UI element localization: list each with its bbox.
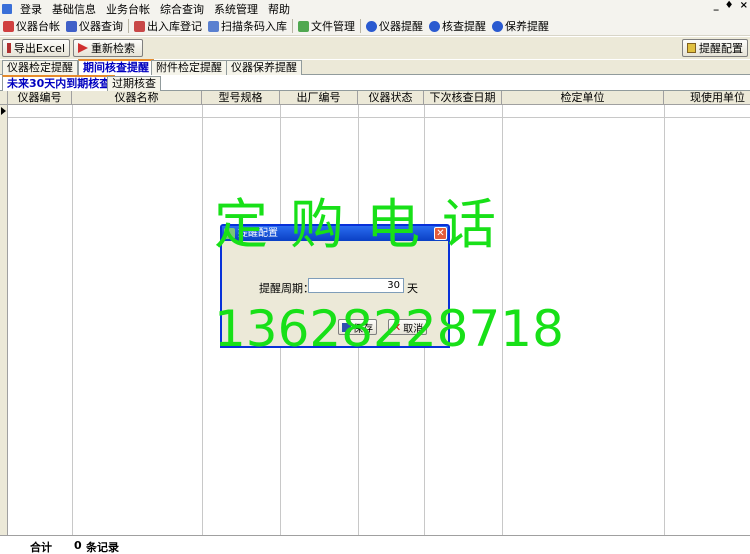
menu-business-ledger[interactable]: 业务台帐	[101, 1, 155, 17]
watermark-order-phone-label: 定购电话	[214, 193, 518, 256]
grid-footer: 合计 0 条记录	[0, 535, 750, 554]
toolbar-separator	[360, 19, 361, 33]
toolbar-inout-register[interactable]: 出入库登记	[131, 18, 205, 34]
refresh-icon	[78, 43, 88, 53]
menu-help[interactable]: 帮助	[263, 1, 295, 17]
grid-col-line	[72, 105, 73, 535]
toolbar-instrument-ledger[interactable]: 仪器台帐	[0, 18, 63, 34]
grid-col-line	[664, 105, 665, 535]
toolbar-scan-barcode[interactable]: 扫描条码入库	[205, 18, 290, 34]
reminder-config-button[interactable]: 提醒配置	[682, 39, 748, 57]
tab-accessory-calibration[interactable]: 附件检定提醒	[151, 60, 227, 75]
toolbar-instrument-reminder[interactable]: 仪器提醒	[363, 18, 426, 34]
tab-due-30-days[interactable]: 未来30天内到期核查	[2, 75, 116, 91]
col-instrument-status[interactable]: 仪器状态	[358, 91, 424, 105]
export-excel-button[interactable]: 导出Excel	[2, 39, 70, 57]
toolbar-label: 仪器提醒	[379, 20, 423, 33]
col-calibration-unit[interactable]: 检定单位	[502, 91, 664, 105]
research-button[interactable]: 重新检索	[73, 39, 143, 57]
records-label: 条记录	[86, 541, 119, 554]
grid-header: 仪器编号 仪器名称 型号规格 出厂编号 仪器状态 下次核查日期 检定单位 现使用…	[0, 91, 750, 105]
toolbar-label: 出入库登记	[147, 20, 202, 33]
toolbar-label: 文件管理	[311, 20, 355, 33]
sub-tabs: 未来30天内到期核查 过期核查	[0, 75, 750, 91]
toolbar: 仪器台帐 仪器查询 出入库登记 扫描条码入库 文件管理 仪器提醒 核查提醒 保养…	[0, 17, 750, 36]
period-unit: 天	[407, 282, 418, 295]
row-header-corner	[0, 91, 8, 105]
menu-basic-info[interactable]: 基础信息	[47, 1, 101, 17]
row-indicator	[0, 105, 8, 535]
col-instrument-no[interactable]: 仪器编号	[8, 91, 72, 105]
toolbar-label: 仪器台帐	[16, 20, 60, 33]
export-excel-label: 导出Excel	[13, 42, 65, 55]
minimize-button[interactable]: _	[714, 0, 719, 11]
tab-instrument-maintenance[interactable]: 仪器保养提醒	[226, 60, 302, 75]
scan-icon	[208, 20, 219, 32]
excel-icon	[7, 43, 11, 53]
file-icon	[298, 20, 309, 32]
window-controls: _ ♦ ×	[714, 0, 748, 11]
col-factory-no[interactable]: 出厂编号	[280, 91, 358, 105]
action-bar: 导出Excel 重新检索 提醒配置	[0, 37, 750, 59]
toolbar-check-reminder[interactable]: 核查提醒	[426, 18, 489, 34]
info-icon	[492, 20, 503, 32]
col-next-check-date[interactable]: 下次核查日期	[424, 91, 502, 105]
toolbar-separator	[128, 19, 129, 33]
tab-period-check[interactable]: 期间核查提醒	[78, 59, 154, 75]
restore-button[interactable]: ♦	[725, 0, 734, 11]
reminder-config-label: 提醒配置	[699, 42, 743, 55]
research-label: 重新检索	[91, 42, 135, 55]
info-icon	[366, 20, 377, 32]
toolbar-label: 仪器查询	[79, 20, 123, 33]
ledger-icon	[3, 20, 14, 32]
tab-instrument-calibration[interactable]: 仪器检定提醒	[2, 60, 78, 75]
col-model-spec[interactable]: 型号规格	[202, 91, 280, 105]
toolbar-file-management[interactable]: 文件管理	[295, 18, 358, 34]
period-input[interactable]	[308, 278, 404, 293]
grid-row-line	[8, 117, 750, 118]
toolbar-separator	[292, 19, 293, 33]
info-icon	[429, 20, 440, 32]
menu-login[interactable]: 登录	[15, 1, 47, 17]
total-label: 合计	[30, 541, 52, 554]
tab-overdue[interactable]: 过期核查	[107, 76, 161, 91]
toolbar-label: 保养提醒	[505, 20, 549, 33]
close-button[interactable]: ×	[740, 0, 748, 11]
col-current-unit[interactable]: 现使用单位	[664, 91, 750, 105]
toolbar-instrument-query[interactable]: 仪器查询	[63, 18, 126, 34]
total-count: 0	[74, 539, 82, 552]
query-icon	[66, 20, 77, 32]
menu-system[interactable]: 系统管理	[209, 1, 263, 17]
current-row-arrow-icon	[1, 107, 6, 115]
watermark-phone-number: 13628228718	[214, 300, 564, 358]
toolbar-label: 扫描条码入库	[221, 20, 287, 33]
toolbar-maintenance-reminder[interactable]: 保养提醒	[489, 18, 552, 34]
grid-col-line	[202, 105, 203, 535]
config-icon	[687, 43, 696, 53]
app-icon	[2, 3, 12, 14]
menu-query[interactable]: 综合查询	[155, 1, 209, 17]
period-label: 提醒周期：	[259, 282, 314, 295]
main-tabs: 仪器检定提醒 期间核查提醒 附件检定提醒 仪器保养提醒	[0, 59, 750, 75]
toolbar-label: 核查提醒	[442, 20, 486, 33]
warehouse-icon	[134, 20, 145, 32]
col-instrument-name[interactable]: 仪器名称	[72, 91, 202, 105]
menu-bar: 登录 基础信息 业务台帐 综合查询 系统管理 帮助 _ ♦ ×	[0, 0, 750, 17]
